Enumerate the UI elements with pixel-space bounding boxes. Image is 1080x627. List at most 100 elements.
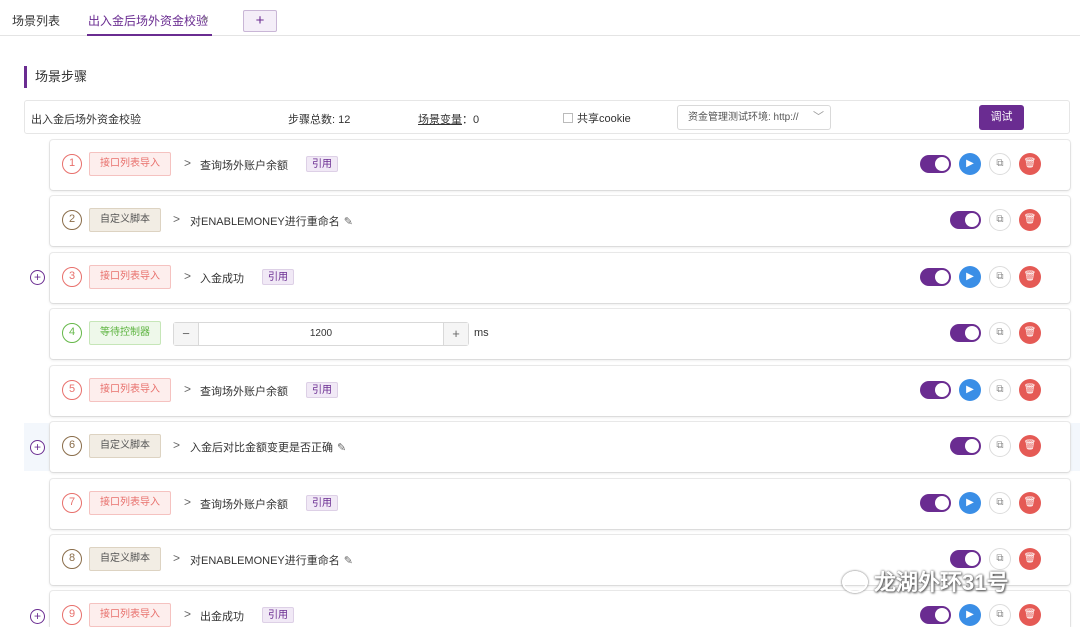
step-number: 3	[62, 267, 82, 287]
expand-chevron-icon[interactable]: >	[184, 495, 191, 509]
tab-scene-list[interactable]: 场景列表	[12, 12, 60, 29]
expand-chevron-icon[interactable]: >	[173, 551, 180, 565]
step-number: 2	[62, 210, 82, 230]
env-select[interactable]: 资金管理测试环境: http:// ﹀	[677, 105, 831, 130]
tab-scene-detail[interactable]: 出入金后场外资金校验	[88, 12, 208, 29]
step-title: 查询场外账户余额	[200, 160, 288, 172]
step-number: 4	[62, 323, 82, 343]
play-icon[interactable]: ▶	[959, 153, 981, 175]
expand-chevron-icon[interactable]: >	[184, 269, 191, 283]
step-type-tag: 接口列表导入	[89, 378, 171, 402]
step-title: 入金成功	[200, 273, 244, 285]
delete-icon[interactable]: 🗑	[1019, 379, 1041, 401]
copy-icon[interactable]: ⧉	[989, 266, 1011, 288]
enable-toggle[interactable]	[920, 155, 951, 173]
add-step-icon[interactable]: +	[30, 609, 45, 624]
play-icon[interactable]: ▶	[959, 604, 981, 626]
wait-time-input[interactable]: 1200	[199, 323, 443, 345]
delete-icon[interactable]: 🗑	[1019, 266, 1041, 288]
copy-icon[interactable]: ⧉	[989, 322, 1011, 344]
step-row[interactable]: 6 自定义脚本 > 入金后对比金额变更是否正确 ✎ ⧉ 🗑	[50, 422, 1070, 472]
step-title-text: 入金后对比金额变更是否正确	[190, 442, 333, 454]
step-title: 入金后对比金额变更是否正确 ✎	[190, 439, 346, 455]
edit-icon[interactable]: ✎	[337, 442, 346, 454]
time-unit: ms	[474, 327, 489, 339]
copy-icon[interactable]: ⧉	[989, 435, 1011, 457]
share-cookie-checkbox[interactable]: 共享cookie	[563, 110, 631, 126]
add-tab-button[interactable]: +	[243, 10, 277, 32]
step-title-text: 对ENABLEMONEY进行重命名	[190, 555, 340, 567]
step-type-tag: 接口列表导入	[89, 265, 171, 289]
delete-icon[interactable]: 🗑	[1019, 435, 1041, 457]
step-type-tag: 自定义脚本	[89, 208, 161, 232]
step-row[interactable]: 2 自定义脚本 > 对ENABLEMONEY进行重命名 ✎ ⧉ 🗑	[50, 196, 1070, 246]
expand-chevron-icon[interactable]: >	[173, 212, 180, 226]
delete-icon[interactable]: 🗑	[1019, 209, 1041, 231]
enable-toggle[interactable]	[920, 494, 951, 512]
step-title: 出金成功	[200, 611, 244, 623]
scene-variables[interactable]: 场景变量：0	[418, 111, 479, 127]
copy-icon[interactable]: ⧉	[989, 492, 1011, 514]
expand-chevron-icon[interactable]: >	[184, 156, 191, 170]
step-total: 步骤总数: 12	[288, 114, 351, 126]
watermark: 龙湖外环31号	[842, 565, 1008, 597]
expand-chevron-icon[interactable]: >	[184, 382, 191, 396]
section-title: 场景步骤	[24, 66, 87, 88]
play-icon[interactable]: ▶	[959, 492, 981, 514]
step-row[interactable]: 7 接口列表导入 > 查询场外账户余额 引用 ▶ ⧉ 🗑	[50, 479, 1070, 529]
step-title: 查询场外账户余额	[200, 386, 288, 398]
watermark-text: 龙湖外环31号	[874, 570, 1009, 595]
step-row[interactable]: 3 接口列表导入 > 入金成功 引用 ▶ ⧉ 🗑	[50, 253, 1070, 303]
step-type-tag: 自定义脚本	[89, 434, 161, 458]
copy-icon[interactable]: ⧉	[989, 209, 1011, 231]
add-step-icon[interactable]: +	[30, 440, 45, 455]
step-title-text: 对ENABLEMONEY进行重命名	[190, 216, 340, 228]
scene-variables-link[interactable]: 场景变量	[418, 114, 462, 126]
play-icon[interactable]: ▶	[959, 266, 981, 288]
step-type-tag: 接口列表导入	[89, 491, 171, 515]
delete-icon[interactable]: 🗑	[1019, 548, 1041, 570]
decrement-button[interactable]: −	[174, 323, 199, 345]
delete-icon[interactable]: 🗑	[1019, 604, 1041, 626]
step-number: 1	[62, 154, 82, 174]
scene-name: 出入金后场外资金校验	[31, 114, 141, 126]
step-row[interactable]: 4 等待控制器 − 1200 + ms ⧉ 🗑	[50, 309, 1070, 359]
scene-variables-count: ：0	[462, 114, 480, 126]
scene-info-bar: 出入金后场外资金校验 步骤总数: 12 场景变量：0 共享cookie 资金管理…	[24, 100, 1070, 134]
step-number: 8	[62, 549, 82, 569]
delete-icon[interactable]: 🗑	[1019, 492, 1041, 514]
active-tab-indicator	[87, 34, 212, 36]
step-number: 9	[62, 605, 82, 625]
add-step-icon[interactable]: +	[30, 270, 45, 285]
debug-button[interactable]: 调试	[979, 105, 1024, 130]
edit-icon[interactable]: ✎	[344, 555, 353, 567]
enable-toggle[interactable]	[950, 324, 981, 342]
increment-button[interactable]: +	[443, 323, 468, 345]
copy-icon[interactable]: ⧉	[989, 153, 1011, 175]
step-type-tag: 自定义脚本	[89, 547, 161, 571]
tab-bar: 场景列表 出入金后场外资金校验 × +	[0, 0, 1080, 36]
enable-toggle[interactable]	[950, 437, 981, 455]
edit-icon[interactable]: ✎	[344, 216, 353, 228]
enable-toggle[interactable]	[920, 268, 951, 286]
step-title: 对ENABLEMONEY进行重命名 ✎	[190, 213, 353, 229]
enable-toggle[interactable]	[920, 381, 951, 399]
delete-icon[interactable]: 🗑	[1019, 153, 1041, 175]
reference-badge: 引用	[306, 382, 338, 398]
step-number: 5	[62, 380, 82, 400]
step-row[interactable]: 1 接口列表导入 > 查询场外账户余额 引用 ▶ ⧉ 🗑	[50, 140, 1070, 190]
copy-icon[interactable]: ⧉	[989, 379, 1011, 401]
expand-chevron-icon[interactable]: >	[173, 438, 180, 452]
step-type-tag: 等待控制器	[89, 321, 161, 345]
enable-toggle[interactable]	[950, 211, 981, 229]
step-number: 7	[62, 493, 82, 513]
wait-time-stepper[interactable]: − 1200 +	[173, 322, 469, 346]
play-icon[interactable]: ▶	[959, 379, 981, 401]
tab-close-icon[interactable]: ×	[202, 12, 209, 26]
step-row[interactable]: 5 接口列表导入 > 查询场外账户余额 引用 ▶ ⧉ 🗑	[50, 366, 1070, 416]
enable-toggle[interactable]	[920, 606, 951, 624]
copy-icon[interactable]: ⧉	[989, 604, 1011, 626]
checkbox-icon[interactable]	[563, 113, 573, 123]
delete-icon[interactable]: 🗑	[1019, 322, 1041, 344]
expand-chevron-icon[interactable]: >	[184, 607, 191, 621]
